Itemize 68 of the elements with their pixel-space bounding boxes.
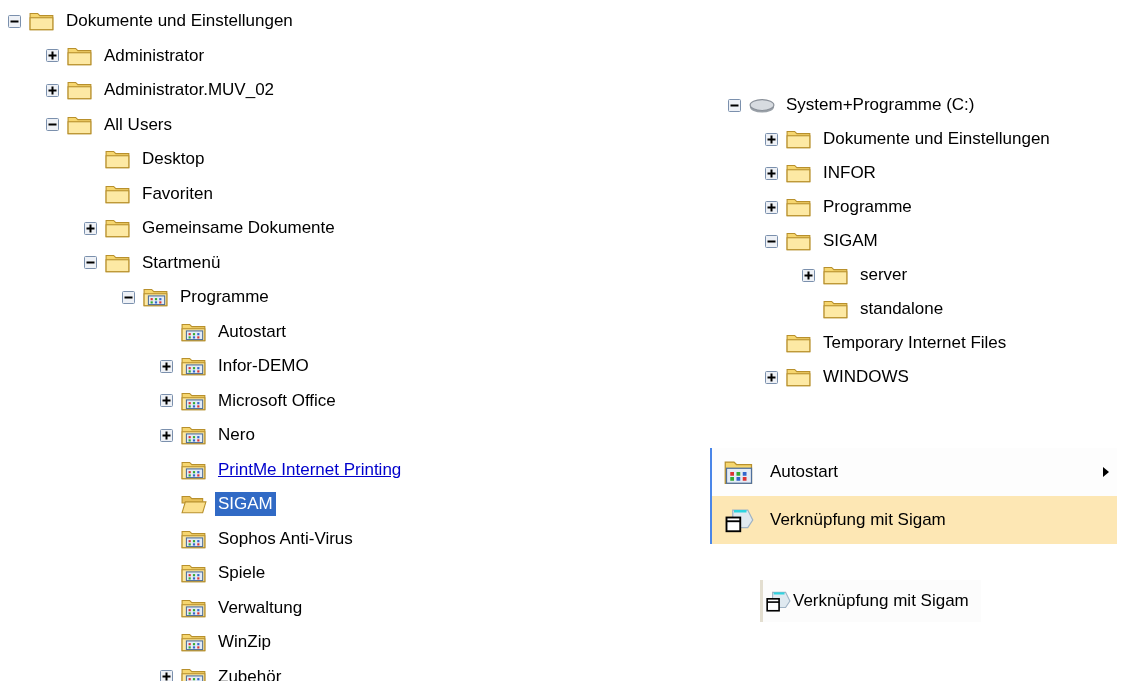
tree-item[interactable]: Desktop — [139, 147, 208, 172]
tree-item[interactable]: Programme — [177, 285, 272, 310]
expand-toggle[interactable] — [46, 49, 59, 63]
expand-toggle[interactable] — [765, 166, 778, 180]
collapse-toggle[interactable] — [8, 14, 21, 28]
tree-item[interactable]: server — [857, 263, 911, 287]
folder-icon — [786, 128, 812, 150]
tree-item[interactable]: SIGAM — [820, 229, 881, 253]
menu-item[interactable]: Autostart — [712, 448, 1117, 496]
tree-item[interactable]: Spiele — [215, 561, 269, 586]
expand-toggle[interactable] — [765, 370, 778, 384]
program-folder-icon — [181, 562, 207, 585]
folder-icon — [105, 148, 131, 171]
tree-item[interactable]: PrintMe Internet Printing — [215, 457, 405, 482]
tree-item[interactable]: Autostart — [215, 319, 290, 344]
folder-icon — [823, 264, 849, 286]
program-folder-icon — [181, 424, 207, 447]
folder-icon — [786, 332, 812, 354]
expand-toggle[interactable] — [765, 132, 778, 146]
collapse-toggle[interactable] — [728, 98, 741, 112]
tree-item[interactable]: SIGAM — [215, 492, 276, 517]
tree-item[interactable]: Startmenü — [139, 250, 224, 275]
tree-item[interactable]: Administrator.MUV_02 — [101, 78, 278, 103]
tree-item[interactable]: Programme — [820, 195, 915, 219]
tree-item[interactable]: INFOR — [820, 161, 879, 185]
program-folder-icon — [724, 458, 754, 486]
window-shortcut-icon — [724, 506, 754, 534]
program-folder-icon — [181, 631, 207, 654]
open-folder-icon — [181, 493, 207, 516]
expand-toggle[interactable] — [160, 428, 173, 442]
tree-item[interactable]: Verwaltung — [215, 595, 306, 620]
tree-item[interactable]: Nero — [215, 423, 258, 448]
tree-item[interactable]: Gemeinsame Dokumente — [139, 216, 338, 241]
tree-item[interactable]: Favoriten — [139, 181, 216, 206]
folder-icon — [105, 217, 131, 240]
expand-toggle[interactable] — [160, 670, 173, 681]
expand-toggle[interactable] — [765, 200, 778, 214]
folder-icon — [67, 79, 93, 102]
expand-toggle[interactable] — [84, 221, 97, 235]
expand-toggle[interactable] — [160, 359, 173, 373]
folder-icon — [786, 230, 812, 252]
collapse-toggle[interactable] — [765, 234, 778, 248]
folder-icon — [786, 196, 812, 218]
tree-item[interactable]: Infor-DEMO — [215, 354, 312, 379]
program-folder-icon — [181, 355, 207, 378]
expand-toggle[interactable] — [46, 83, 59, 97]
tree-item[interactable]: WINDOWS — [820, 365, 912, 389]
collapse-toggle[interactable] — [46, 118, 59, 132]
tree-item[interactable]: standalone — [857, 297, 947, 321]
collapse-toggle[interactable] — [122, 290, 135, 304]
tree-item[interactable]: Microsoft Office — [215, 388, 339, 413]
tree-item[interactable]: Sophos Anti-Virus — [215, 526, 356, 551]
tree-item[interactable]: All Users — [101, 112, 175, 137]
tree-item[interactable]: Administrator — [101, 43, 208, 68]
tree-item[interactable]: Temporary Internet Files — [820, 331, 1010, 355]
folder-icon — [786, 366, 812, 388]
tree-item[interactable]: WinZip — [215, 630, 274, 655]
expand-toggle[interactable] — [802, 268, 815, 282]
folder-icon — [786, 162, 812, 184]
menu-item[interactable]: Verknüpfung mit Sigam — [712, 496, 1117, 544]
expand-toggle[interactable] — [160, 394, 173, 408]
tree-item[interactable]: System+Programme (C:) — [783, 93, 978, 117]
tree-item[interactable]: Dokumente und Einstellungen — [820, 127, 1053, 151]
collapse-toggle[interactable] — [84, 256, 97, 270]
tree-item[interactable]: Dokumente und Einstellungen — [63, 9, 296, 34]
folder-icon — [823, 298, 849, 320]
folder-icon — [29, 10, 55, 33]
program-folder-icon — [143, 286, 169, 309]
